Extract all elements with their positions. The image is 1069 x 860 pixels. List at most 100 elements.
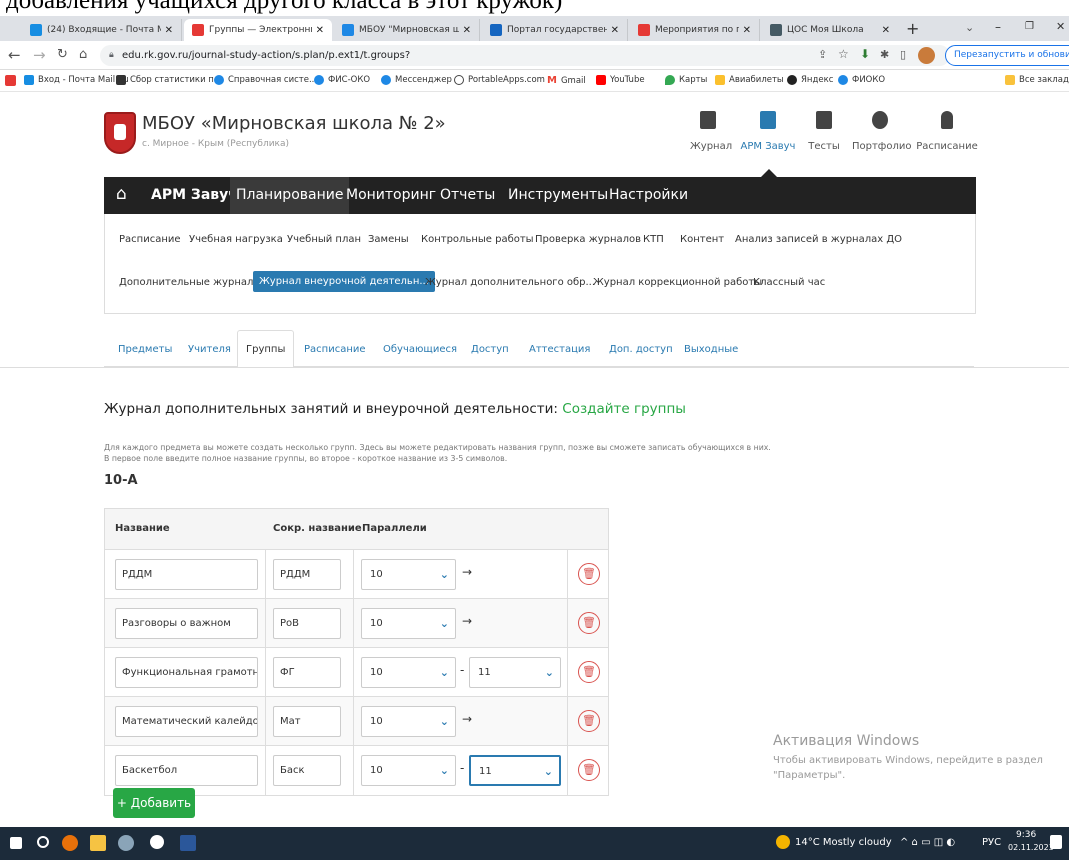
delete-group-button[interactable]: 🗑︎ xyxy=(578,710,600,732)
clock-date[interactable]: 02.11.2023 xyxy=(1008,843,1054,852)
subnav-plan[interactable]: Учебный план xyxy=(287,234,361,245)
browser-tab-active[interactable]: Группы — Электронный ж✕ xyxy=(184,19,332,41)
extensions-icon[interactable]: ✱ xyxy=(880,48,889,61)
close-icon[interactable]: ✕ xyxy=(316,25,324,36)
tab-teachers[interactable]: Учителя xyxy=(188,344,231,355)
group-short-input[interactable]: РДДМ xyxy=(273,559,341,590)
bookmark-item[interactable]: M Gmail xyxy=(547,75,586,86)
tray-icons[interactable]: ^ ⌂ ▭ ◫ ◐ xyxy=(900,837,955,848)
subnav-replacements[interactable]: Замены xyxy=(368,234,409,245)
close-icon[interactable]: ✕ xyxy=(611,25,619,36)
tab-schedule[interactable]: Расписание xyxy=(304,344,366,355)
opera-icon[interactable] xyxy=(62,835,78,851)
tab-groups[interactable]: Группы xyxy=(237,330,295,368)
delete-group-button[interactable]: 🗑︎ xyxy=(578,661,600,683)
delete-group-button[interactable]: 🗑︎ xyxy=(578,759,600,781)
group-short-input[interactable]: Мат xyxy=(273,706,341,737)
parallel-from-select[interactable]: 10 ⌄ xyxy=(361,755,456,786)
star-icon[interactable]: ☆ xyxy=(838,47,849,61)
arm-zavuch-nav[interactable]: АРМ Завуч xyxy=(740,111,796,152)
main-nav-planning[interactable]: Планирование xyxy=(230,177,350,214)
minimize-icon[interactable]: – xyxy=(995,20,1001,34)
group-name-input[interactable]: Разговоры о важном xyxy=(115,608,258,639)
delete-group-button[interactable]: 🗑︎ xyxy=(578,563,600,585)
main-nav-reports[interactable]: Отчеты xyxy=(440,187,495,203)
main-nav-tools[interactable]: Инструменты xyxy=(508,187,608,203)
subnav-additional-ed[interactable]: Журнал дополнительного обр... xyxy=(425,277,595,288)
tests-nav[interactable]: Тесты xyxy=(808,111,840,152)
subnav-extra-journals[interactable]: Дополнительные журналы xyxy=(119,277,261,288)
subnav-tests[interactable]: Контрольные работы xyxy=(421,234,534,245)
subnav-analysis[interactable]: Анализ записей в журналах ДО xyxy=(735,234,902,245)
home-icon[interactable]: ⌂ xyxy=(116,184,127,204)
parallel-to-select[interactable]: 11 ⌄ xyxy=(469,755,561,786)
bookmark-item[interactable]: Сбор статистики п... xyxy=(116,75,222,85)
bookmark-item[interactable]: ФИС-ОКО xyxy=(314,75,370,85)
parallel-from-select[interactable]: 10 ⌄ xyxy=(361,608,456,639)
file-explorer-icon[interactable] xyxy=(90,835,106,851)
share-icon[interactable]: ⇪ xyxy=(818,48,827,61)
group-name-input[interactable]: РДДМ xyxy=(115,559,258,590)
relaunch-button[interactable]: Перезапустить и обновить xyxy=(945,45,1069,66)
close-icon[interactable]: ✕ xyxy=(882,25,890,36)
main-nav-monitoring[interactable]: Мониторинг xyxy=(346,187,436,203)
school-logo[interactable] xyxy=(104,112,136,154)
search-icon[interactable] xyxy=(37,836,49,848)
main-nav-brand[interactable]: АРМ Завуч xyxy=(151,187,238,203)
bookmark-item[interactable]: Яндекс xyxy=(787,75,833,85)
download-icon[interactable]: ⬇ xyxy=(860,47,870,61)
delete-group-button[interactable]: 🗑︎ xyxy=(578,612,600,634)
weather-text[interactable]: 14°C Mostly cloudy xyxy=(795,837,892,848)
window-close-icon[interactable]: ✕ xyxy=(1056,20,1065,33)
all-bookmarks[interactable]: Все закладк xyxy=(1005,75,1069,85)
close-icon[interactable]: ✕ xyxy=(463,25,471,36)
home-icon[interactable]: ⌂ xyxy=(79,47,87,62)
bookmark-item[interactable]: Справочная систе... xyxy=(214,75,317,85)
subnav-extracurricular[interactable]: Журнал внеурочной деятельн... xyxy=(253,271,435,292)
browser-tab[interactable]: (24) Входящие - Почта Ма ✕ xyxy=(22,19,182,41)
subnav-load[interactable]: Учебная нагрузка xyxy=(189,234,283,245)
subnav-journal-check[interactable]: Проверка журналов xyxy=(535,234,641,245)
group-short-input[interactable]: РоВ xyxy=(273,608,341,639)
clock-time[interactable]: 9:36 xyxy=(1016,830,1036,840)
subnav-schedule[interactable]: Расписание xyxy=(119,234,181,245)
sidepanel-icon[interactable]: ▯ xyxy=(900,48,906,61)
main-nav-settings[interactable]: Настройки xyxy=(609,187,688,203)
bookmark-item[interactable]: Карты xyxy=(665,75,707,85)
group-name-input[interactable]: Математический калейдоск xyxy=(115,706,258,737)
tab-students[interactable]: Обучающиеся xyxy=(383,344,457,355)
avatar[interactable] xyxy=(918,47,935,64)
schedule-nav[interactable]: Расписание xyxy=(916,111,978,152)
browser-tab[interactable]: Портал государственных у✕ xyxy=(482,19,628,41)
parallel-from-select[interactable]: 10 ⌄ xyxy=(361,706,456,737)
bookmark-item[interactable]: Вход - Почта Mail.Ru xyxy=(24,75,129,85)
close-icon[interactable]: ✕ xyxy=(743,25,751,36)
close-icon[interactable]: ✕ xyxy=(165,25,173,36)
chevron-down-icon[interactable]: ⌄ xyxy=(965,21,974,34)
tab-access[interactable]: Доступ xyxy=(471,344,509,355)
parallel-to-select[interactable]: 11 ⌄ xyxy=(469,657,561,688)
subnav-class-hour[interactable]: Классный час xyxy=(753,277,825,288)
new-tab-button[interactable]: + xyxy=(906,19,919,38)
language-indicator[interactable]: РУС xyxy=(982,837,1001,848)
maximize-icon[interactable]: ❐ xyxy=(1025,21,1034,32)
bookmark-item[interactable]: Мессенджер xyxy=(381,75,452,85)
ccleaner-icon[interactable] xyxy=(150,835,164,849)
notifications-icon[interactable] xyxy=(1050,835,1062,849)
bookmark-item[interactable]: ФИОКО xyxy=(838,75,885,85)
subnav-correctional[interactable]: Журнал коррекционной работы xyxy=(593,277,762,288)
group-name-input[interactable]: Баскетбол xyxy=(115,755,258,786)
journal-nav[interactable]: Журнал xyxy=(690,111,732,152)
tab-holidays[interactable]: Выходные xyxy=(684,344,738,355)
reload-icon[interactable]: ↻ xyxy=(57,47,68,62)
subnav-content[interactable]: Контент xyxy=(680,234,724,245)
parallel-from-select[interactable]: 10 ⌄ xyxy=(361,559,456,590)
tab-extra-access[interactable]: Доп. доступ xyxy=(609,344,673,355)
portfolio-nav[interactable]: Портфолио xyxy=(852,111,912,152)
weather-icon[interactable] xyxy=(776,835,790,849)
browser-tab[interactable]: Мероприятия по професс✕ xyxy=(630,19,760,41)
subnav-ktp[interactable]: КТП xyxy=(643,234,664,245)
bookmark-item[interactable]: PortableApps.com xyxy=(454,75,545,85)
tab-subjects[interactable]: Предметы xyxy=(118,344,172,355)
word-icon[interactable] xyxy=(180,835,196,851)
